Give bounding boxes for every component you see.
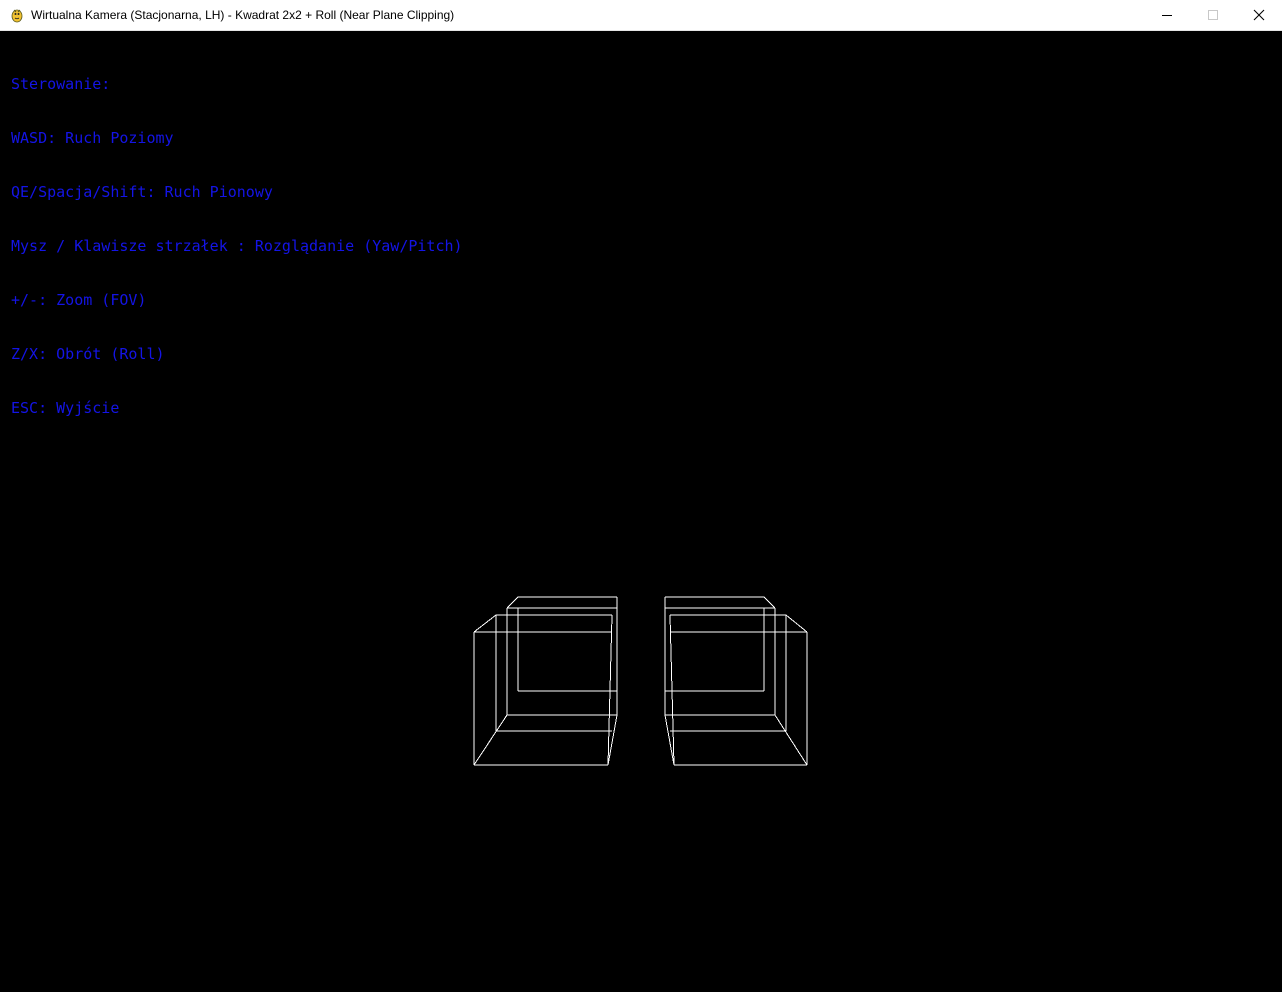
maximize-button[interactable]: [1190, 0, 1236, 30]
control-line-horizontal-move: WASD: Ruch Poziomy: [11, 129, 174, 147]
minimize-button[interactable]: [1144, 0, 1190, 30]
window-title: Wirtualna Kamera (Stacjonarna, LH) - Kwa…: [31, 8, 455, 22]
control-line-vertical-move: QE/Spacja/Shift: Ruch Pionowy: [11, 183, 273, 201]
pygame-snake-icon: [11, 9, 23, 23]
right-wireframe-cube: [664, 596, 808, 766]
left-wireframe-cube: [473, 596, 618, 766]
title-bar[interactable]: Wirtualna Kamera (Stacjonarna, LH) - Kwa…: [0, 0, 1282, 31]
controls-help-overlay: Sterowanie: WASD: Ruch Poziomy QE/Spacja…: [11, 39, 463, 453]
close-icon: [1253, 9, 1265, 21]
app-window: Wirtualna Kamera (Stacjonarna, LH) - Kwa…: [0, 0, 1282, 992]
control-line-exit: ESC: Wyjście: [11, 399, 120, 417]
control-line-zoom: +/-: Zoom (FOV): [11, 291, 147, 309]
close-button[interactable]: [1236, 0, 1282, 30]
control-line-roll: Z/X: Obrót (Roll): [11, 345, 165, 363]
controls-heading: Sterowanie:: [11, 75, 111, 93]
maximize-icon: [1208, 10, 1218, 20]
control-line-look: Mysz / Klawisze strzałek : Rozglądanie (…: [11, 237, 463, 255]
render-viewport[interactable]: Sterowanie: WASD: Ruch Poziomy QE/Spacja…: [0, 31, 1282, 992]
